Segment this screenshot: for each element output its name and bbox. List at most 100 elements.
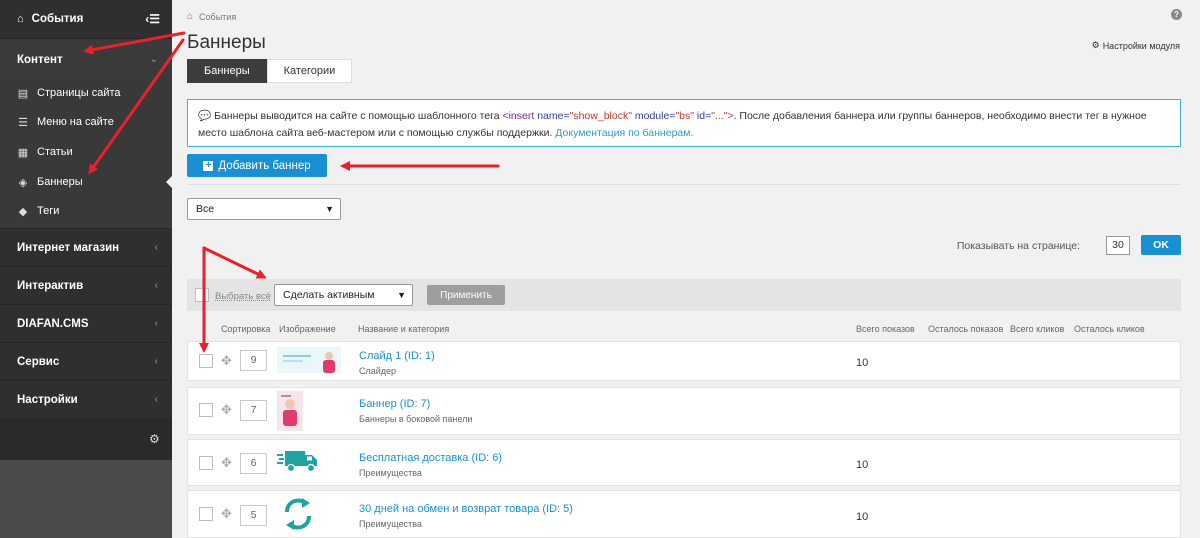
sidebar-item-shop[interactable]: Интернет магазин ‹: [0, 229, 172, 266]
gear-icon[interactable]: ⚙: [149, 432, 160, 446]
sidebar-item-label: Страницы сайта: [37, 87, 121, 99]
info-code-val: "show_block": [569, 110, 632, 122]
banner-title-link[interactable]: 30 дней на обмен и возврат товара (ID: 5…: [359, 503, 573, 515]
total-shows: 10: [856, 357, 869, 369]
sort-input[interactable]: 7: [240, 400, 267, 421]
add-banner-button[interactable]: + Добавить баннер: [187, 154, 327, 177]
info-code-tag: <insert: [502, 110, 535, 122]
sidebar-item-interactive[interactable]: Интерактив ‹: [0, 267, 172, 304]
column-header-sort[interactable]: Сортировка: [221, 324, 270, 334]
banner-thumbnail[interactable]: [277, 448, 319, 477]
home-icon: ⌂: [187, 11, 194, 22]
chevron-left-icon: ‹: [154, 356, 158, 367]
select-all-checkbox[interactable]: [195, 288, 209, 302]
module-settings-label: Настройки модуля: [1102, 40, 1180, 51]
tabs: Баннеры Категории: [187, 59, 353, 83]
delivery-truck-icon: [277, 451, 317, 473]
sort-input[interactable]: 9: [240, 350, 267, 371]
return-arrows-icon: [285, 498, 311, 530]
banner-category: Баннеры в боковой панели: [359, 414, 473, 424]
banner-title-link[interactable]: Слайд 1 (ID: 1): [359, 350, 435, 362]
banner-thumbnail[interactable]: [277, 391, 303, 434]
info-code-attr: module=: [631, 110, 676, 122]
collapse-menu-icon[interactable]: ‹☰: [145, 12, 160, 26]
row-checkbox[interactable]: [199, 354, 213, 368]
row-checkbox[interactable]: [199, 403, 213, 417]
table-row: ✥ 9 Слайд 1 (ID: 1) Слайдер 10: [187, 341, 1181, 381]
sidebar-footer: [0, 418, 172, 460]
module-settings-link[interactable]: ⚙ Настройки модуля: [1092, 40, 1180, 51]
banner-title-link[interactable]: Баннер (ID: 7): [359, 398, 430, 410]
banner-thumbnail[interactable]: [281, 495, 315, 536]
sidebar-item-content[interactable]: Контент ⌄: [0, 39, 172, 80]
column-header-total-clicks: Всего кликов: [1010, 324, 1065, 334]
sidebar-item-label: События: [31, 13, 84, 25]
select-all-link[interactable]: Выбрать всё: [215, 291, 271, 302]
chevron-down-icon: ⌄: [149, 54, 158, 65]
sidebar-item-label: Контент: [17, 53, 63, 66]
banner-thumbnail[interactable]: [277, 347, 341, 376]
banner-icon: ◈: [18, 176, 28, 189]
ok-button[interactable]: OK: [1141, 235, 1181, 255]
tag-icon: ◆: [18, 205, 28, 218]
column-header-remaining-clicks: Осталось кликов: [1074, 324, 1145, 334]
breadcrumb[interactable]: ⌂ События: [187, 11, 236, 22]
sidebar: ⌂ События ‹☰ Контент ⌄ ▤ Страницы сайта …: [0, 0, 173, 538]
banner-category: Преимущества: [359, 468, 422, 478]
bulk-action-value: Сделать активным: [283, 289, 375, 301]
article-icon: ▦: [17, 146, 29, 159]
drag-handle-icon[interactable]: ✥: [221, 353, 232, 369]
bulk-action-select[interactable]: Сделать активным ▼: [274, 284, 413, 306]
tab-categories[interactable]: Категории: [266, 59, 353, 83]
main-content: ⌂ События ? Баннеры ⚙ Настройки модуля Б…: [172, 0, 1200, 538]
apply-button[interactable]: Применить: [427, 285, 505, 305]
sort-input[interactable]: 6: [240, 453, 267, 474]
drag-handle-icon[interactable]: ✥: [221, 506, 232, 522]
sidebar-item-label: Статьи: [37, 146, 73, 158]
drag-handle-icon[interactable]: ✥: [221, 402, 232, 418]
sidebar-item-events[interactable]: ⌂ События ‹☰: [0, 0, 172, 38]
tab-banners[interactable]: Баннеры: [187, 59, 267, 83]
info-code-val: "...": [711, 110, 728, 122]
chevron-down-icon: ▼: [397, 290, 406, 300]
help-icon[interactable]: ?: [1171, 9, 1182, 20]
filter-select-value: Все: [196, 203, 215, 215]
row-checkbox[interactable]: [199, 456, 213, 470]
gear-icon: ⚙: [1091, 40, 1100, 50]
filter-select[interactable]: Все ▼: [187, 198, 341, 220]
banner-category: Преимущества: [359, 519, 422, 529]
chevron-left-icon: ‹: [154, 394, 158, 405]
page-title: Баннеры: [187, 32, 266, 53]
chevron-left-icon: ‹: [154, 242, 158, 253]
column-header-image: Изображение: [279, 324, 336, 334]
sidebar-item-label: Меню на сайте: [37, 116, 114, 128]
sidebar-item-label: Теги: [37, 205, 60, 217]
sidebar-item-menu[interactable]: ☰ Меню на сайте: [0, 111, 172, 133]
banner-title-link[interactable]: Бесплатная доставка (ID: 6): [359, 452, 502, 464]
breadcrumb-label: События: [199, 11, 237, 22]
per-page-input[interactable]: 30: [1106, 236, 1130, 255]
drag-handle-icon[interactable]: ✥: [221, 455, 232, 471]
sidebar-item-banners[interactable]: ◈ Баннеры: [0, 171, 172, 193]
column-header-total-shows: Всего показов: [856, 324, 915, 334]
banner-category: Слайдер: [359, 366, 397, 376]
sidebar-item-label: Интернет магазин: [17, 241, 120, 254]
docs-link[interactable]: Документация по баннерам.: [555, 127, 693, 139]
column-header-remaining-shows: Осталось показов: [928, 324, 1004, 334]
slide-image-icon: [277, 347, 341, 373]
table-row: ✥ 5 30 дней на обмен и возврат товара (I…: [187, 490, 1181, 538]
sidebar-item-service[interactable]: Сервис ‹: [0, 343, 172, 380]
sidebar-item-articles[interactable]: ▦ Статьи: [0, 141, 172, 163]
side-banner-image-icon: [277, 391, 303, 431]
column-header-name[interactable]: Название и категория: [358, 324, 449, 334]
table-row: ✥ 7 Баннер (ID: 7) Баннеры в боковой пан…: [187, 387, 1181, 435]
sidebar-item-diafan[interactable]: DIAFAN.CMS ‹: [0, 305, 172, 342]
row-checkbox[interactable]: [199, 507, 213, 521]
sidebar-item-pages[interactable]: ▤ Страницы сайта: [0, 82, 172, 104]
sort-input[interactable]: 5: [240, 505, 267, 526]
add-banner-label: Добавить баннер: [218, 159, 311, 172]
sidebar-item-settings[interactable]: Настройки ‹: [0, 381, 172, 418]
sidebar-item-label: DIAFAN.CMS: [17, 317, 89, 330]
sidebar-item-tags[interactable]: ◆ Теги: [0, 200, 172, 222]
info-code-attr: id=: [693, 110, 712, 122]
